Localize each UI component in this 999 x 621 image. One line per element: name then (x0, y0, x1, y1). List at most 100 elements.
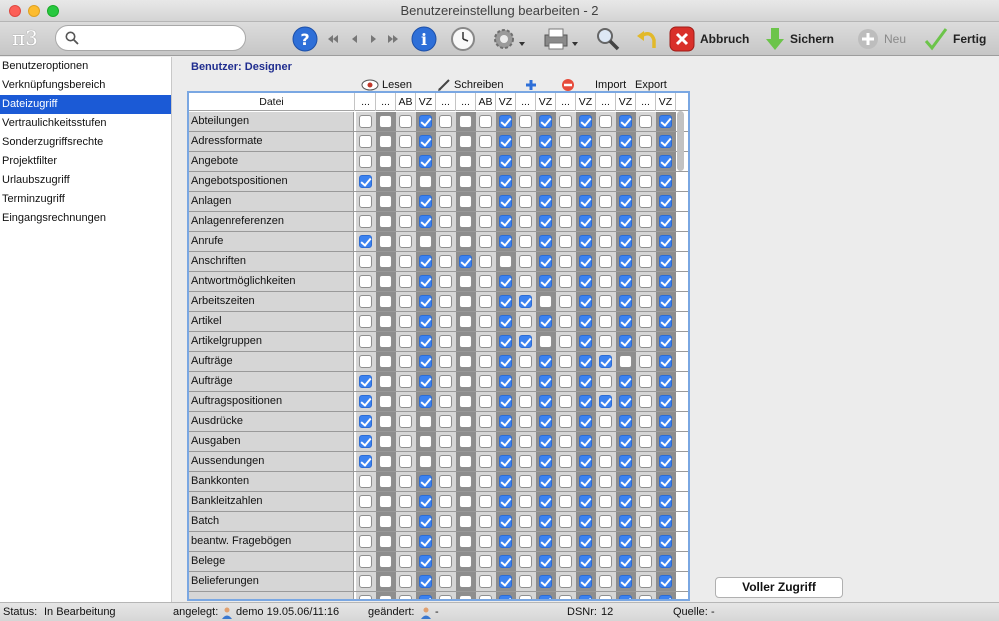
permission-checkbox[interactable] (479, 395, 492, 408)
permission-checkbox[interactable] (399, 235, 412, 248)
permission-checkbox[interactable] (359, 115, 372, 128)
permission-checkbox[interactable] (479, 175, 492, 188)
column-header[interactable]: AB (476, 93, 496, 111)
permission-checkbox[interactable] (439, 235, 452, 248)
permission-checkbox[interactable] (559, 595, 572, 599)
permission-checkbox[interactable] (639, 535, 652, 548)
permission-checkbox[interactable] (399, 295, 412, 308)
permission-checkbox[interactable] (539, 415, 552, 428)
column-header[interactable]: AB (396, 93, 416, 111)
permission-checkbox[interactable] (519, 295, 532, 308)
permission-checkbox[interactable] (579, 235, 592, 248)
permission-checkbox[interactable] (439, 135, 452, 148)
permission-checkbox[interactable] (619, 235, 632, 248)
table-row[interactable]: Arbeitszeiten (189, 292, 688, 312)
permission-checkbox[interactable] (579, 215, 592, 228)
permission-checkbox[interactable] (599, 575, 612, 588)
permission-checkbox[interactable] (639, 415, 652, 428)
permission-checkbox[interactable] (399, 555, 412, 568)
permission-checkbox[interactable] (559, 515, 572, 528)
permission-checkbox[interactable] (619, 475, 632, 488)
permission-checkbox[interactable] (439, 435, 452, 448)
permission-checkbox[interactable] (579, 535, 592, 548)
permission-checkbox[interactable] (499, 495, 512, 508)
permission-checkbox[interactable] (379, 415, 392, 428)
permission-checkbox[interactable] (639, 135, 652, 148)
permission-checkbox[interactable] (639, 235, 652, 248)
permission-checkbox[interactable] (619, 155, 632, 168)
permission-checkbox[interactable] (619, 195, 632, 208)
permission-checkbox[interactable] (419, 395, 432, 408)
permission-checkbox[interactable] (379, 375, 392, 388)
permission-checkbox[interactable] (559, 335, 572, 348)
permission-checkbox[interactable] (379, 295, 392, 308)
permission-checkbox[interactable] (579, 415, 592, 428)
permission-checkbox[interactable] (599, 215, 612, 228)
permission-checkbox[interactable] (519, 175, 532, 188)
permission-checkbox[interactable] (639, 455, 652, 468)
permission-checkbox[interactable] (619, 455, 632, 468)
permission-checkbox[interactable] (519, 495, 532, 508)
permission-checkbox[interactable] (559, 455, 572, 468)
sidebar-item-benutzeroptionen[interactable]: Benutzeroptionen (0, 57, 171, 76)
permission-checkbox[interactable] (559, 395, 572, 408)
permission-checkbox[interactable] (359, 195, 372, 208)
permission-checkbox[interactable] (619, 355, 632, 368)
permission-checkbox[interactable] (559, 315, 572, 328)
permission-checkbox[interactable] (659, 335, 672, 348)
permission-checkbox[interactable] (599, 375, 612, 388)
permission-checkbox[interactable] (479, 315, 492, 328)
permission-checkbox[interactable] (479, 275, 492, 288)
permission-checkbox[interactable] (619, 295, 632, 308)
permission-checkbox[interactable] (579, 455, 592, 468)
permission-checkbox[interactable] (619, 135, 632, 148)
permission-checkbox[interactable] (499, 435, 512, 448)
permission-checkbox[interactable] (559, 155, 572, 168)
permission-checkbox[interactable] (599, 335, 612, 348)
permission-checkbox[interactable] (499, 395, 512, 408)
column-header[interactable]: ... (516, 93, 536, 111)
table-row[interactable]: Ausdrücke (189, 412, 688, 432)
permission-checkbox[interactable] (399, 575, 412, 588)
permission-checkbox[interactable] (459, 455, 472, 468)
permission-checkbox[interactable] (439, 495, 452, 508)
permission-checkbox[interactable] (399, 195, 412, 208)
permission-checkbox[interactable] (399, 355, 412, 368)
permission-checkbox[interactable] (399, 515, 412, 528)
permission-checkbox[interactable] (379, 355, 392, 368)
permission-checkbox[interactable] (479, 575, 492, 588)
permission-checkbox[interactable] (519, 315, 532, 328)
permission-checkbox[interactable] (459, 375, 472, 388)
permission-checkbox[interactable] (459, 255, 472, 268)
permission-checkbox[interactable] (539, 335, 552, 348)
permission-checkbox[interactable] (579, 595, 592, 599)
permission-checkbox[interactable] (539, 215, 552, 228)
permission-checkbox[interactable] (479, 555, 492, 568)
help-icon[interactable]: ? (291, 25, 319, 53)
permission-checkbox[interactable] (659, 355, 672, 368)
permission-checkbox[interactable] (619, 575, 632, 588)
table-row[interactable]: Artikelgruppen (189, 332, 688, 352)
table-row[interactable]: Bankkonten (189, 472, 688, 492)
permission-checkbox[interactable] (499, 235, 512, 248)
permission-checkbox[interactable] (559, 175, 572, 188)
permission-checkbox[interactable] (579, 275, 592, 288)
permission-checkbox[interactable] (399, 435, 412, 448)
permission-checkbox[interactable] (379, 515, 392, 528)
permission-checkbox[interactable] (459, 495, 472, 508)
permission-checkbox[interactable] (519, 395, 532, 408)
permission-checkbox[interactable] (359, 335, 372, 348)
table-row[interactable]: Aufträge (189, 372, 688, 392)
permission-checkbox[interactable] (419, 255, 432, 268)
permission-checkbox[interactable] (579, 555, 592, 568)
permission-checkbox[interactable] (579, 355, 592, 368)
permission-checkbox[interactable] (519, 275, 532, 288)
permission-checkbox[interactable] (419, 455, 432, 468)
permission-checkbox[interactable] (579, 295, 592, 308)
info-icon[interactable]: i (410, 25, 438, 53)
permission-checkbox[interactable] (399, 415, 412, 428)
permission-checkbox[interactable] (539, 455, 552, 468)
permission-checkbox[interactable] (659, 495, 672, 508)
permission-checkbox[interactable] (499, 195, 512, 208)
permission-checkbox[interactable] (499, 515, 512, 528)
